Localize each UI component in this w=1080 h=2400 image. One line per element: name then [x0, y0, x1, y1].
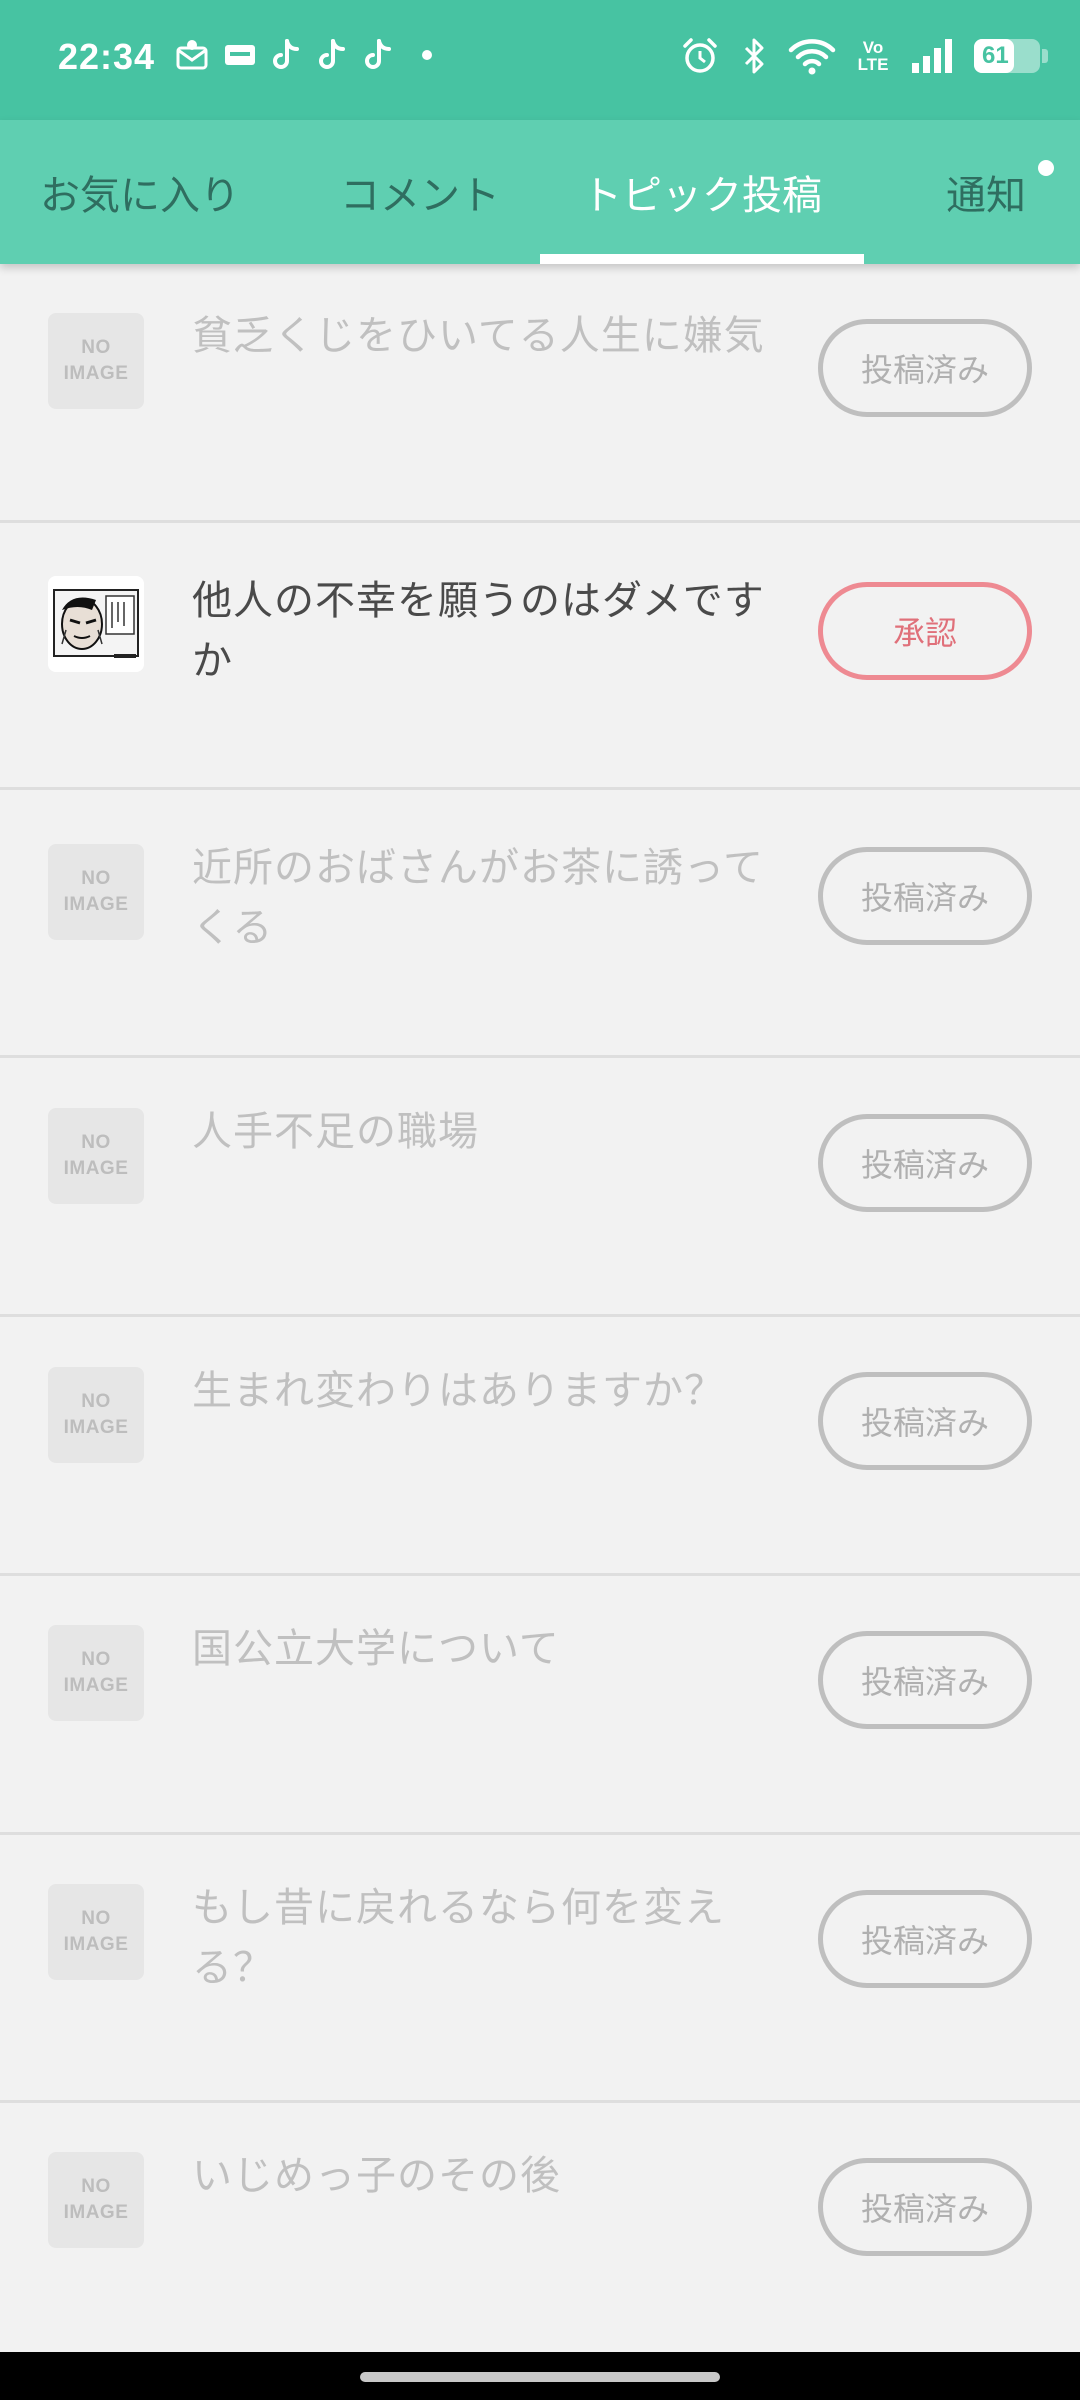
volte-label: Vo LTE — [857, 38, 889, 74]
no-image-thumbnail: NO IMAGE — [48, 1884, 144, 1980]
topic-title: 生まれ変わりはありますか？ — [192, 1368, 725, 1414]
topic-title: 人手不足の職場 — [192, 1109, 479, 1155]
status-bar: 22:34 Vo LTE 61 — [0, 0, 1080, 120]
volte-icon: Vo LTE — [856, 39, 890, 73]
posted-status-button[interactable]: 投稿済み — [818, 1114, 1032, 1212]
list-item[interactable]: NO IMAGE 人手不足の職場 投稿済み — [0, 1058, 1080, 1317]
tab-favorites[interactable]: お気に入り — [20, 120, 260, 264]
tab-topic-posts[interactable]: トピック投稿 — [540, 120, 864, 264]
system-navigation-bar — [0, 2352, 1080, 2400]
no-image-thumbnail: NO IMAGE — [48, 313, 144, 409]
tab-notifications[interactable]: 通知 — [900, 120, 1060, 264]
tiktok-icon — [271, 38, 303, 72]
dot-icon — [421, 49, 433, 61]
no-image-thumbnail: NO IMAGE — [48, 1625, 144, 1721]
battery-level: 61 — [982, 42, 1009, 69]
topic-title: いじめっ子のその後 — [192, 2153, 561, 2199]
wifi-icon — [788, 36, 836, 76]
posted-status-button[interactable]: 投稿済み — [818, 1631, 1032, 1729]
system-icons: Vo LTE 61 — [680, 36, 1048, 76]
list-item[interactable]: NO IMAGE 近所のおばさんがお茶に誘ってくる 投稿済み — [0, 790, 1080, 1058]
bluetooth-icon — [740, 36, 768, 76]
active-tab-indicator — [540, 254, 864, 264]
posted-status-button[interactable]: 投稿済み — [818, 2158, 1032, 2256]
mail-icon — [175, 38, 209, 72]
tab-bar: お気に入り コメント トピック投稿 通知 — [0, 120, 1080, 264]
posted-status-button[interactable]: 投稿済み — [818, 319, 1032, 417]
topic-title: 他人の不幸を願うのはダメですか — [192, 578, 765, 684]
notification-badge-dot — [1038, 160, 1054, 176]
manga-thumbnail — [48, 576, 144, 672]
list-item[interactable]: NO IMAGE いじめっ子のその後 投稿済み — [0, 2103, 1080, 2303]
topic-title: 近所のおばさんがお茶に誘ってくる — [192, 845, 764, 951]
posted-status-button[interactable]: 投稿済み — [818, 1890, 1032, 1988]
no-image-thumbnail: NO IMAGE — [48, 1367, 144, 1463]
clock: 22:34 — [58, 36, 156, 77]
tab-comments[interactable]: コメント — [300, 120, 540, 264]
posted-status-button[interactable]: 投稿済み — [818, 1372, 1032, 1470]
no-image-thumbnail: NO IMAGE — [48, 1108, 144, 1204]
signal-icon — [910, 37, 954, 75]
list-item[interactable]: 他人の不幸を願うのはダメですか 承認 — [0, 523, 1080, 790]
alarm-icon — [680, 36, 720, 76]
tiktok-icon — [363, 38, 395, 72]
ticket-icon — [223, 38, 257, 72]
topic-title: 国公立大学について — [192, 1626, 560, 1672]
topic-title: 貧乏くじをひいてる人生に嫌気 — [192, 313, 765, 359]
no-image-thumbnail: NO IMAGE — [48, 2152, 144, 2248]
posted-status-button[interactable]: 投稿済み — [818, 847, 1032, 945]
no-image-thumbnail: NO IMAGE — [48, 844, 144, 940]
battery-indicator: 61 — [974, 39, 1048, 73]
approve-status-button[interactable]: 承認 — [818, 582, 1032, 680]
topic-list: NO IMAGE 貧乏くじをひいてる人生に嫌気 投稿済み 他人の不幸を願うのはダ… — [0, 264, 1080, 2303]
topic-title: もし昔に戻れるなら何を変える？ — [192, 1885, 725, 1991]
tab-comments-label: コメント — [340, 173, 500, 219]
list-item[interactable]: NO IMAGE 生まれ変わりはありますか？ 投稿済み — [0, 1317, 1080, 1576]
list-item[interactable]: NO IMAGE 貧乏くじをひいてる人生に嫌気 投稿済み — [0, 264, 1080, 523]
tiktok-icon — [317, 38, 349, 72]
home-gesture-handle[interactable] — [360, 2372, 720, 2382]
list-item[interactable]: NO IMAGE もし昔に戻れるなら何を変える？ 投稿済み — [0, 1835, 1080, 2103]
tab-topic-posts-label: トピック投稿 — [582, 173, 822, 219]
notification-icons — [175, 38, 433, 72]
manga-image-icon — [48, 576, 144, 672]
tab-favorites-label: お気に入り — [40, 173, 240, 219]
tab-notifications-label: 通知 — [946, 173, 1026, 219]
list-item[interactable]: NO IMAGE 国公立大学について 投稿済み — [0, 1576, 1080, 1835]
